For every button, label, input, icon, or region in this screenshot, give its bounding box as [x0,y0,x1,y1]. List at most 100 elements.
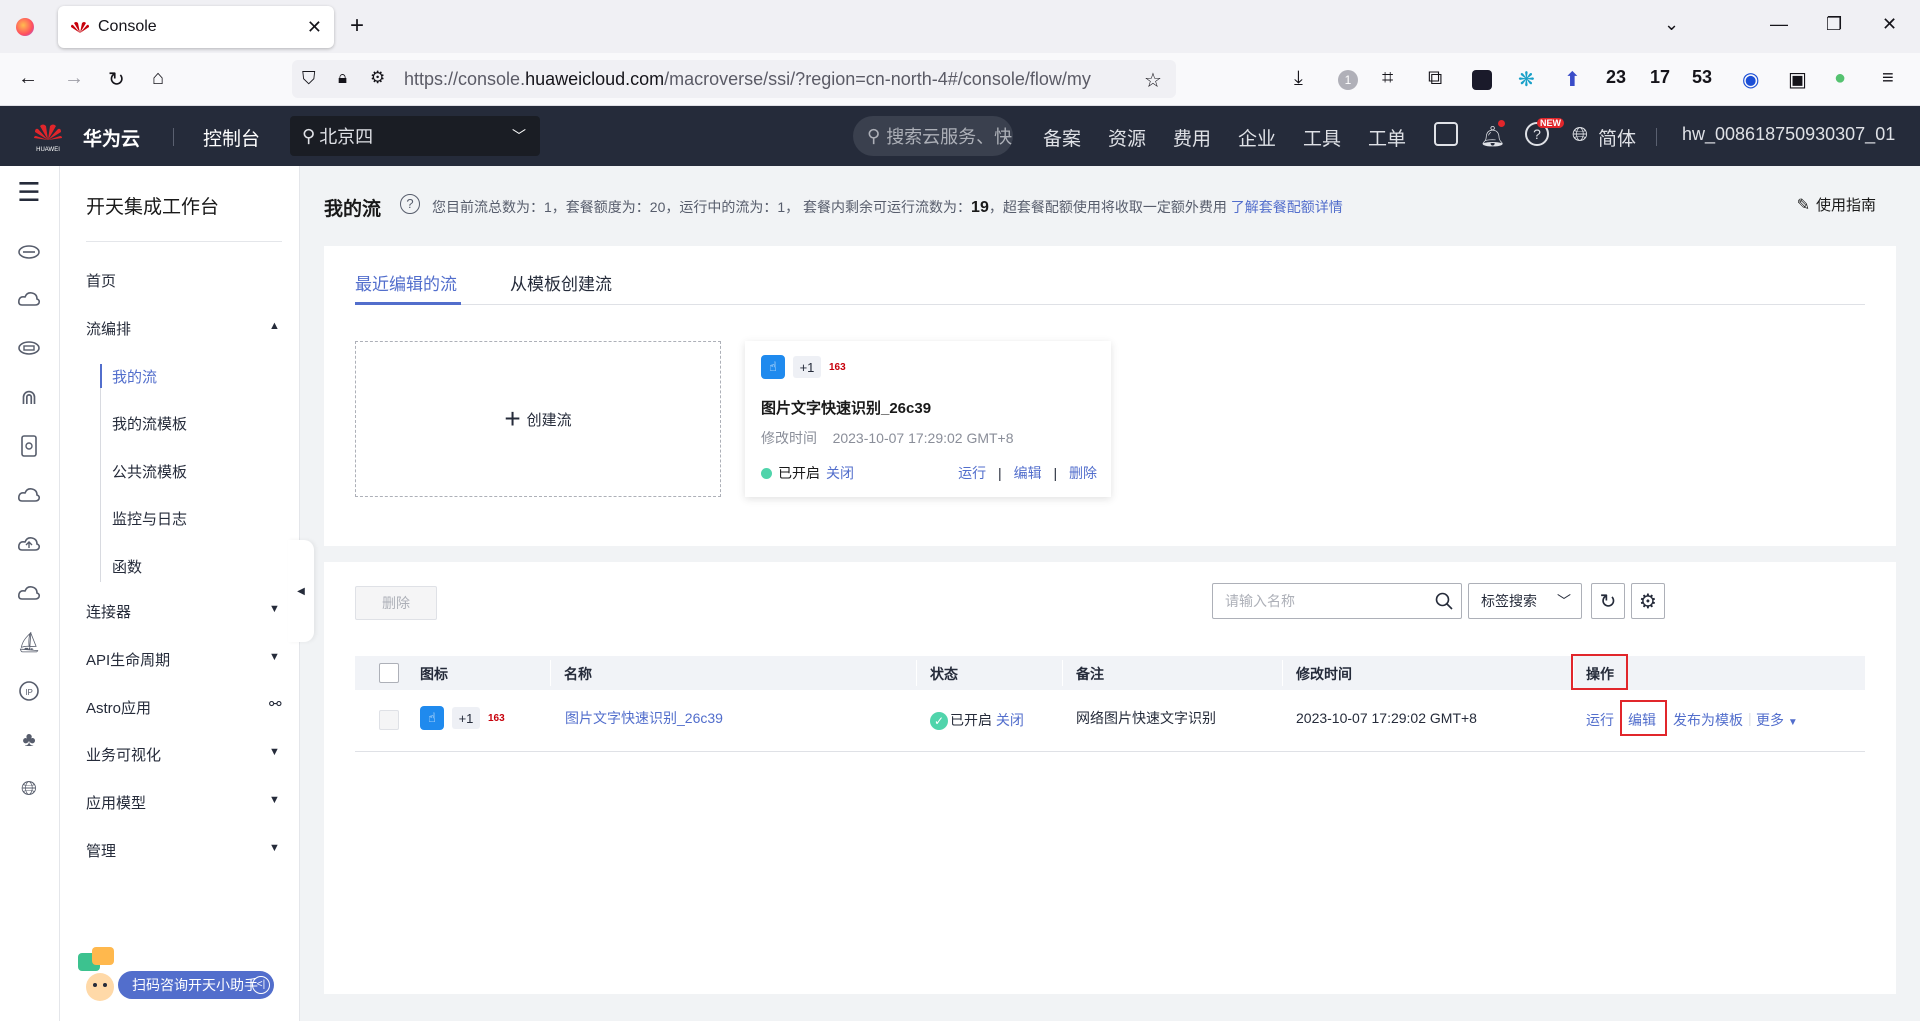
extension-count-1[interactable]: 23 [1606,67,1626,88]
brand-name[interactable]: 华为云 [83,124,140,151]
crop-icon[interactable]: ⌗ [1382,67,1393,90]
row-publish-template-link[interactable]: 发布为模板 [1673,710,1743,730]
tag-search-dropdown[interactable]: 标签搜索 ﹀ [1468,583,1582,619]
new-tab-icon[interactable]: + [350,12,364,40]
app-menu-icon[interactable]: ≡ [1882,67,1894,90]
user-guide-link[interactable]: ✎ 使用指南 [1797,194,1876,215]
cloud-service-3-icon[interactable] [17,336,41,360]
nav-tickets[interactable]: 工单 [1368,124,1406,151]
close-window-icon[interactable]: ✕ [1882,14,1897,35]
select-all-checkbox[interactable] [379,663,399,683]
url-text[interactable]: https://console.huaweicloud.com/macrover… [404,69,1134,90]
cloud-service-1-icon[interactable] [17,238,41,262]
shield-icon[interactable]: ⛉ [302,68,316,89]
extension-js-icon[interactable]: ● [1834,67,1846,90]
menu-item-api-lifecycle[interactable]: API生命周期 ▼ [86,649,280,670]
flow-card-edit-link[interactable]: 编辑 [1014,465,1042,481]
huawei-logo-icon[interactable]: HUAWEI [30,118,66,154]
minimize-icon[interactable]: — [1770,14,1788,35]
restore-icon[interactable]: ❐ [1826,14,1842,35]
cloud-service-5-icon[interactable] [17,434,41,458]
extension-1-icon[interactable]: 1 [1338,70,1358,90]
settings-button[interactable]: ⚙ [1631,583,1665,619]
tab-from-template[interactable]: 从模板创建流 [510,270,612,295]
flow-card[interactable]: ☝︎ +1 163 图片文字快速识别_26c39 修改时间 2023-10-07… [745,341,1111,497]
ip-icon[interactable]: IP [17,679,41,703]
extension-circle-icon[interactable]: ◉ [1742,67,1759,92]
lock-icon[interactable]: 🔒︎ [338,68,347,88]
cloud-sync-icon[interactable] [17,581,41,605]
terminal-icon[interactable] [1434,122,1458,146]
row-checkbox[interactable] [379,710,399,730]
bulk-delete-button[interactable]: 删除 [355,586,437,620]
flow-card-run-link[interactable]: 运行 [958,465,986,481]
menu-item-biz-visual[interactable]: 业务可视化 ▼ [86,744,280,765]
hamburger-menu-icon[interactable]: ☰ [17,177,41,207]
menu-item-orchestration[interactable]: 流编排 ▲ [86,318,280,339]
row-disable-link[interactable]: 关闭 [996,712,1024,728]
console-link[interactable]: 控制台 [203,124,260,151]
language-switch[interactable]: 简体 [1598,124,1636,151]
cloud-service-2-icon[interactable] [17,287,41,311]
extension-window-icon[interactable]: ▣ [1788,67,1807,92]
back-icon[interactable]: ← [18,67,38,90]
menu-item-astro[interactable]: Astro应用 ⚯ [86,696,282,718]
flow-card-name[interactable]: 图片文字快速识别_26c39 [761,397,931,418]
extension-globe-icon[interactable]: ❋ [1518,67,1535,92]
flow-card-delete-link[interactable]: 删除 [1069,465,1097,481]
user-account[interactable]: hw_008618750930307_01 [1682,124,1895,145]
tab-recent-flows[interactable]: 最近编辑的流 [355,270,457,295]
menu-item-manage[interactable]: 管理 ▼ [86,840,280,861]
collapse-helper-icon[interactable]: <| [252,976,270,994]
tab-list-chevron-icon[interactable]: ⌄ [1664,14,1679,35]
assistant-pill[interactable]: 扫码咨询开天小助手 <| [118,971,274,999]
forward-icon[interactable]: → [64,67,84,90]
nav-resources[interactable]: 资源 [1108,124,1146,151]
web-globe-icon[interactable]: 🌐︎ [17,777,41,801]
extension-count-2[interactable]: 17 [1650,67,1670,88]
nav-billing[interactable]: 费用 [1173,124,1211,151]
extensions-puzzle-icon[interactable]: ⧉ [1428,67,1442,90]
reload-icon[interactable]: ↻ [108,67,125,92]
globe-icon[interactable]: 🌐︎ [1572,124,1588,147]
help-circle-icon[interactable]: ? [400,194,420,214]
downloads-icon[interactable]: ⤓ [1294,67,1303,90]
menu-item-public-templates[interactable]: 公共流模板 [112,461,187,482]
search-icon[interactable] [1435,592,1453,610]
menu-item-my-templates[interactable]: 我的流模板 [112,413,187,434]
firefox-icon[interactable] [16,17,34,36]
create-flow-button[interactable]: + 创建流 [355,341,721,497]
nav-enterprise[interactable]: 企业 [1238,124,1276,151]
menu-item-connectors[interactable]: 连接器 ▼ [86,601,280,622]
global-search-input[interactable]: ⚲ 搜索云服务、快 [853,116,1013,156]
extension-arrow-icon[interactable]: ⬆ [1564,67,1581,92]
extension-count-3[interactable]: 53 [1692,67,1712,88]
cluster-icon[interactable]: ♣ [17,728,41,752]
row-more-dropdown[interactable]: 更多 ▼ [1756,710,1798,730]
nav-tools[interactable]: 工具 [1303,124,1341,151]
assistant-widget[interactable]: 扫码咨询开天小助手 <| [74,945,274,1005]
name-search-input[interactable]: 请输入名称 [1212,583,1462,619]
sail-icon[interactable]: ⛵︎ [16,630,41,654]
flow-card-disable-link[interactable]: 关闭 [826,463,854,483]
extension-dark-icon[interactable] [1472,70,1492,90]
browser-tab-console[interactable]: Console ✕ [58,6,334,48]
cloud-upload-icon[interactable] [17,532,41,556]
home-icon[interactable]: ⌂ [152,67,164,90]
quota-details-link[interactable]: 了解套餐配额详情 [1231,199,1343,215]
refresh-button[interactable]: ↻ [1591,583,1625,619]
permissions-icon[interactable]: ⚙ [370,68,385,88]
close-tab-icon[interactable]: ✕ [307,17,322,38]
cloud-service-6-icon[interactable] [17,483,41,507]
bell-icon[interactable]: 🔔︎ [1480,124,1505,149]
menu-item-monitor[interactable]: 监控与日志 [112,508,187,529]
menu-item-app-model[interactable]: 应用模型 ▼ [86,792,280,813]
menu-item-functions[interactable]: 函数 [112,556,142,577]
menu-item-home[interactable]: 首页 [86,270,116,291]
menu-item-my-flows[interactable]: 我的流 [112,366,157,387]
cloud-service-4-icon[interactable]: ⋒ [17,385,41,409]
url-bar[interactable]: ⛉ 🔒︎ ⚙ https://console.huaweicloud.com/m… [292,60,1176,98]
bookmark-star-icon[interactable]: ☆ [1144,68,1162,93]
row-flow-name-link[interactable]: 图片文字快速识别_26c39 [565,708,723,728]
row-run-link[interactable]: 运行 [1586,710,1614,730]
